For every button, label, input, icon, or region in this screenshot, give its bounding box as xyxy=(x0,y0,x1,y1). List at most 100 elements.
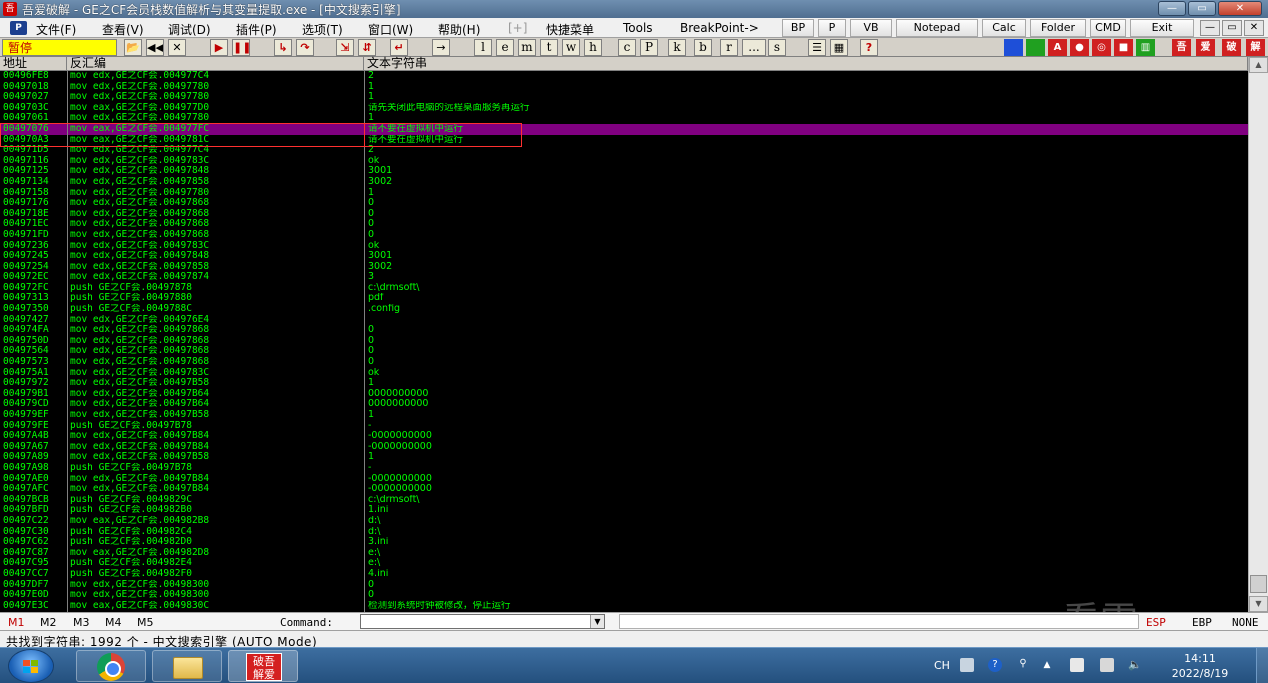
taskbar-debugger[interactable]: 破吾 解爱 xyxy=(228,650,298,682)
maximize-button[interactable]: ▭ xyxy=(1188,1,1216,16)
table-row[interactable]: 00497A4B mov edx,GE之CF会.00497B84 -00000000… xyxy=(0,431,1248,442)
options-icon[interactable]: ▦ xyxy=(830,39,848,56)
column-header-disasm[interactable]: 反汇编 xyxy=(67,57,364,71)
table-row[interactable]: 00497061 mov edx,GE之CF会.00497780 1 xyxy=(0,113,1248,124)
memory-button[interactable]: m xyxy=(518,39,536,56)
mdi-close-button[interactable]: ✕ xyxy=(1244,20,1264,36)
table-row[interactable]: 00497A98 push GE之CF会.00497B78 - xyxy=(0,463,1248,474)
table-row[interactable]: 0049750D mov edx,GE之CF会.00497868 0 xyxy=(0,336,1248,347)
table-row[interactable]: 00497564 mov edx,GE之CF会.00497868 0 xyxy=(0,346,1248,357)
table-row[interactable]: 004970A3 mov eax,GE之CF会.0049781C 请不要在虚拟机中运… xyxy=(0,135,1248,146)
table-row[interactable]: 00497018 mov edx,GE之CF会.00497780 1 xyxy=(0,82,1248,93)
table-row[interactable]: 0049703C mov eax,GE之CF会.004977D0 请先关闭此电脑的远… xyxy=(0,103,1248,114)
bp-button[interactable]: BP xyxy=(782,19,814,37)
handles-button[interactable]: h xyxy=(584,39,602,56)
mark-m4[interactable]: M4 xyxy=(105,616,122,629)
table-row[interactable]: 00497C30 push GE之CF会.004982C4 d:\ xyxy=(0,527,1248,538)
table-row[interactable]: 00497DF7 mov edx,GE之CF会.00498300 0 xyxy=(0,580,1248,591)
table-row[interactable]: 004972EC mov edx,GE之CF会.00497874 3 xyxy=(0,272,1248,283)
p-button[interactable]: P xyxy=(818,19,846,37)
folder-button[interactable]: Folder xyxy=(1030,19,1086,37)
table-row[interactable]: 004979EF mov edx,GE之CF会.00497B58 1 xyxy=(0,410,1248,421)
esp-button[interactable]: ESP xyxy=(1146,616,1166,629)
table-row[interactable]: 004979CD mov edx,GE之CF会.00497B64 000000000… xyxy=(0,399,1248,410)
menu-window[interactable]: 窗口(W) xyxy=(368,21,413,38)
source-button[interactable]: s xyxy=(768,39,786,56)
menu-options[interactable]: 选项(T) xyxy=(302,21,343,38)
table-row[interactable]: 00497C62 push GE之CF会.004982D0 3.ini xyxy=(0,537,1248,548)
exit-button[interactable]: Exit xyxy=(1130,19,1194,37)
pojie-icon-2[interactable]: 爱 xyxy=(1196,39,1215,56)
column-header-address[interactable]: 地址 xyxy=(0,57,67,71)
menu-tools[interactable]: Tools xyxy=(623,21,653,35)
table-row[interactable]: 00497254 mov edx,GE之CF会.00497858 3002 xyxy=(0,262,1248,273)
log-button[interactable]: l xyxy=(474,39,492,56)
table-row[interactable]: 00497350 push GE之CF会.0049788C .config xyxy=(0,304,1248,315)
refresh-icon[interactable] xyxy=(1004,39,1023,56)
table-row[interactable]: 00497E0D mov edx,GE之CF会.00498300 0 xyxy=(0,590,1248,601)
cmd-button[interactable]: CMD xyxy=(1090,19,1126,37)
modules-button[interactable]: e xyxy=(496,39,514,56)
table-row[interactable]: 00497E3C mov eax,GE之CF会.0049830C 检测到系统时钟被修… xyxy=(0,601,1248,612)
mdi-restore-button[interactable]: ▭ xyxy=(1222,20,1242,36)
mdi-minimize-button[interactable]: — xyxy=(1200,20,1220,36)
mark-m2[interactable]: M2 xyxy=(40,616,57,629)
target-icon[interactable]: ◎ xyxy=(1092,39,1111,56)
command-result-field[interactable] xyxy=(619,614,1139,629)
table-row[interactable]: 00497245 mov edx,GE之CF会.00497848 3001 xyxy=(0,251,1248,262)
pause-plugin-icon[interactable] xyxy=(1026,39,1045,56)
table-row[interactable]: 00497C87 mov eax,GE之CF会.004982D8 e:\ xyxy=(0,548,1248,559)
string-list[interactable]: 地址 反汇编 文本字符串 00496FE8 mov edx,GE之CF会.0049… xyxy=(0,57,1268,612)
open-icon[interactable]: 📂 xyxy=(124,39,142,56)
run-icon[interactable]: ▶ xyxy=(210,39,228,56)
column-header-text[interactable]: 文本字符串 xyxy=(364,57,1248,71)
menu-plus[interactable]: [+] xyxy=(508,21,527,35)
step-into-icon[interactable]: ↳ xyxy=(274,39,292,56)
network-icon[interactable] xyxy=(1100,658,1114,672)
table-row[interactable]: 00497313 push GE之CF会.00497880 pdf xyxy=(0,293,1248,304)
table-row[interactable]: 00497116 mov edx,GE之CF会.0049783C ok xyxy=(0,156,1248,167)
menu-debug[interactable]: 调试(D) xyxy=(168,21,211,38)
pin-icon[interactable]: ⚲ xyxy=(1016,658,1030,672)
pojie-icon-1[interactable]: 吾 xyxy=(1172,39,1191,56)
pojie-icon-3[interactable]: 破 xyxy=(1222,39,1241,56)
table-row[interactable]: 00497125 mov edx,GE之CF会.00497848 3001 xyxy=(0,166,1248,177)
table-row[interactable]: 00497027 mov edx,GE之CF会.00497780 1 xyxy=(0,92,1248,103)
none-button[interactable]: NONE xyxy=(1232,616,1259,629)
command-input[interactable]: ▼ xyxy=(360,614,605,629)
windows-button[interactable]: w xyxy=(562,39,580,56)
start-button[interactable] xyxy=(8,649,54,683)
table-row[interactable]: 00497158 mov edx,GE之CF会.00497780 1 xyxy=(0,188,1248,199)
menu-help[interactable]: 帮助(H) xyxy=(438,21,480,38)
show-desktop-button[interactable] xyxy=(1256,648,1268,683)
menu-file[interactable]: 文件(F) xyxy=(36,21,76,38)
table-row[interactable]: 00497AE0 mov edx,GE之CF会.00497B84 -00000000… xyxy=(0,474,1248,485)
step-over-icon[interactable]: ↷ xyxy=(296,39,314,56)
mark-m5[interactable]: M5 xyxy=(137,616,154,629)
close-button[interactable]: ✕ xyxy=(1218,1,1262,16)
table-row[interactable]: 00497972 mov edx,GE之CF会.00497B58 1 xyxy=(0,378,1248,389)
clock[interactable]: 14:11 2022/8/19 xyxy=(1160,651,1240,681)
scroll-up-icon[interactable]: ▲ xyxy=(1249,57,1268,73)
threads-button[interactable]: t xyxy=(540,39,558,56)
calc-button[interactable]: Calc xyxy=(982,19,1026,37)
cpu-button[interactable]: c xyxy=(618,39,636,56)
table-row[interactable]: 004979FE push GE之CF会.00497B78 - xyxy=(0,421,1248,432)
ebp-button[interactable]: EBP xyxy=(1192,616,1212,629)
window-titlebar[interactable]: 吾 吾爱破解 - GE之CF会员栈数值解析与其变量提取.exe - [中文搜索引… xyxy=(0,0,1268,18)
volume-icon[interactable]: 🔈 xyxy=(1128,658,1142,672)
scroll-down-icon[interactable]: ▼ xyxy=(1249,596,1268,612)
run-trace-button[interactable]: ... xyxy=(742,39,766,56)
close-process-icon[interactable]: ✕ xyxy=(168,39,186,56)
table-row[interactable]: 00497BFD push GE之CF会.004982B0 1.ini xyxy=(0,505,1248,516)
language-indicator[interactable]: CH xyxy=(934,659,950,672)
mark-m1[interactable]: M1 xyxy=(8,616,25,629)
table-row[interactable]: 00497A89 mov edx,GE之CF会.00497B58 1 xyxy=(0,452,1248,463)
table-row[interactable]: 0049718E mov edx,GE之CF会.00497868 0 xyxy=(0,209,1248,220)
table-row[interactable]: 004972FC push GE之CF会.00497878 c:\drmsoft\ xyxy=(0,283,1248,294)
mdi-icon[interactable]: P xyxy=(10,21,27,35)
patches-button[interactable]: P xyxy=(640,39,658,56)
menu-quick[interactable]: 快捷菜单 xyxy=(546,21,594,38)
table-row[interactable]: 00497134 mov edx,GE之CF会.00497858 3002 xyxy=(0,177,1248,188)
stop-icon[interactable]: ■ xyxy=(1114,39,1133,56)
